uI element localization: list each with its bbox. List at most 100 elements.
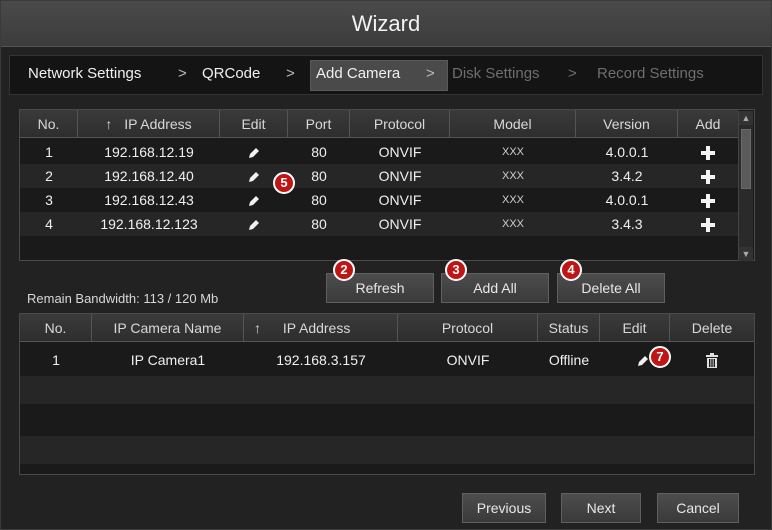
- header-ip-address-label: IP Address: [282, 320, 351, 336]
- cell-no: 4: [45, 216, 53, 232]
- cell-ip: 192.168.12.123: [100, 216, 198, 232]
- search-table-scrollbar[interactable]: ▲ ▼: [738, 111, 753, 261]
- cell-version: 4.0.0.1: [605, 192, 649, 208]
- add-button[interactable]: [678, 212, 738, 236]
- cell-protocol: ONVIF: [378, 192, 422, 208]
- pencil-icon: [249, 220, 259, 231]
- cell-ip: 192.168.3.157: [276, 352, 366, 368]
- cell-version: 3.4.3: [611, 216, 643, 232]
- header-status: Status: [538, 314, 600, 342]
- step-qrcode[interactable]: QRCode: [202, 65, 260, 82]
- wizard-window: Wizard Network Settings > QRCode > Add C…: [0, 0, 772, 530]
- cell-model: XXX: [501, 146, 524, 158]
- added-table-header: No. IP Camera Name ↑ IP Address Protocol…: [20, 314, 754, 342]
- step-add-camera[interactable]: Add Camera: [316, 65, 400, 82]
- plus-icon: [701, 146, 715, 161]
- remain-bandwidth: Remain Bandwidth: 113 / 120 Mb: [27, 291, 219, 306]
- scroll-up-icon[interactable]: ▲: [739, 111, 753, 125]
- header-protocol: Protocol: [350, 110, 450, 138]
- cell-ip: 192.168.12.43: [104, 192, 194, 208]
- search-camera-table: No. ↑ IP Address Edit Port Protocol Mode…: [19, 109, 755, 261]
- table-row[interactable]: 3 192.168.12.43 80 ONVIF XXX 4.0.0.1: [20, 188, 738, 212]
- header-delete: Delete: [691, 320, 733, 336]
- table-row[interactable]: 1 IP Camera1 192.168.3.157 ONVIF Offline: [20, 346, 754, 374]
- callout-badge: 3: [445, 259, 467, 281]
- callout-badge: 5: [273, 172, 295, 194]
- empty-row: [20, 376, 754, 404]
- table-row[interactable]: 2 192.168.12.40 80 ONVIF XXX 3.4.2: [20, 164, 738, 188]
- plus-icon: [701, 170, 715, 185]
- step-separator: >: [178, 65, 187, 82]
- pencil-icon: [249, 196, 259, 207]
- delete-button[interactable]: [670, 346, 754, 374]
- cell-ip: 192.168.12.40: [104, 168, 194, 184]
- cell-protocol: ONVIF: [378, 144, 422, 160]
- header-edit: Edit: [600, 314, 670, 342]
- cell-model: XXX: [501, 194, 524, 206]
- callout-badge: 7: [649, 346, 671, 368]
- added-camera-table: No. IP Camera Name ↑ IP Address Protocol…: [19, 313, 755, 475]
- plus-icon: [701, 194, 715, 209]
- table-row[interactable]: 1 192.168.12.19 80 ONVIF XXX 4.0.0.1: [20, 140, 738, 164]
- sort-up-arrow-icon: ↑: [254, 320, 261, 336]
- cell-model: XXX: [501, 170, 524, 182]
- callout-badge: 2: [333, 259, 355, 281]
- pencil-icon: [249, 172, 259, 183]
- step-separator: >: [568, 65, 577, 82]
- header-port: Port: [288, 110, 350, 138]
- cell-protocol: ONVIF: [446, 352, 490, 368]
- add-button[interactable]: [678, 164, 738, 188]
- header-add: Add: [695, 116, 721, 132]
- plus-icon: [701, 218, 715, 233]
- header-ip-address[interactable]: ↑ IP Address: [244, 314, 398, 342]
- cell-ip: 192.168.12.19: [104, 144, 194, 160]
- step-network-settings[interactable]: Network Settings: [28, 65, 141, 82]
- cell-version: 4.0.0.1: [605, 144, 649, 160]
- add-button[interactable]: [678, 188, 738, 212]
- trash-icon: [706, 353, 718, 369]
- header-ip-camera-name: IP Camera Name: [92, 314, 244, 342]
- pencil-icon: [249, 148, 259, 159]
- cell-no: 3: [45, 192, 53, 208]
- wizard-steps: Network Settings > QRCode > Add Camera >…: [9, 55, 763, 95]
- empty-row: [20, 406, 754, 434]
- edit-button[interactable]: [220, 212, 288, 236]
- cell-no: 1: [45, 144, 53, 160]
- header-ip-address[interactable]: ↑ IP Address: [78, 110, 220, 138]
- callout-badge: 4: [560, 259, 582, 281]
- cell-status: Offline: [548, 352, 590, 368]
- sort-up-arrow-icon: ↑: [105, 116, 113, 132]
- next-button[interactable]: Next: [561, 493, 641, 523]
- step-record-settings: Record Settings: [597, 65, 704, 82]
- header-version: Version: [576, 110, 678, 138]
- window-title: Wizard: [351, 11, 421, 36]
- cell-protocol: ONVIF: [378, 216, 422, 232]
- cell-port: 80: [311, 216, 327, 232]
- previous-button[interactable]: Previous: [462, 493, 546, 523]
- empty-row: [20, 436, 754, 464]
- table-row[interactable]: 4 192.168.12.123 80 ONVIF XXX 3.4.3: [20, 212, 738, 236]
- cell-no: 2: [45, 168, 53, 184]
- title-bar: Wizard: [1, 1, 771, 47]
- scroll-thumb[interactable]: [741, 129, 751, 189]
- header-ip-address-label: IP Address: [124, 116, 192, 132]
- cell-no: 1: [52, 352, 60, 368]
- cell-model: XXX: [501, 218, 524, 230]
- cell-protocol: ONVIF: [378, 168, 422, 184]
- header-edit: Edit: [220, 110, 288, 138]
- header-model: Model: [450, 110, 576, 138]
- cell-version: 3.4.2: [611, 168, 643, 184]
- cancel-button[interactable]: Cancel: [657, 493, 739, 523]
- scroll-down-icon[interactable]: ▼: [739, 247, 753, 261]
- pencil-icon: [638, 356, 648, 367]
- step-separator: >: [426, 65, 435, 82]
- search-table-header: No. ↑ IP Address Edit Port Protocol Mode…: [20, 110, 738, 138]
- edit-button[interactable]: [600, 346, 650, 374]
- add-button[interactable]: [678, 140, 738, 164]
- step-disk-settings: Disk Settings: [452, 65, 540, 82]
- edit-button[interactable]: [220, 140, 288, 164]
- header-no: No.: [20, 314, 92, 342]
- cell-camera-name: IP Camera1: [130, 352, 206, 368]
- cell-port: 80: [311, 192, 327, 208]
- header-no: No.: [20, 110, 78, 138]
